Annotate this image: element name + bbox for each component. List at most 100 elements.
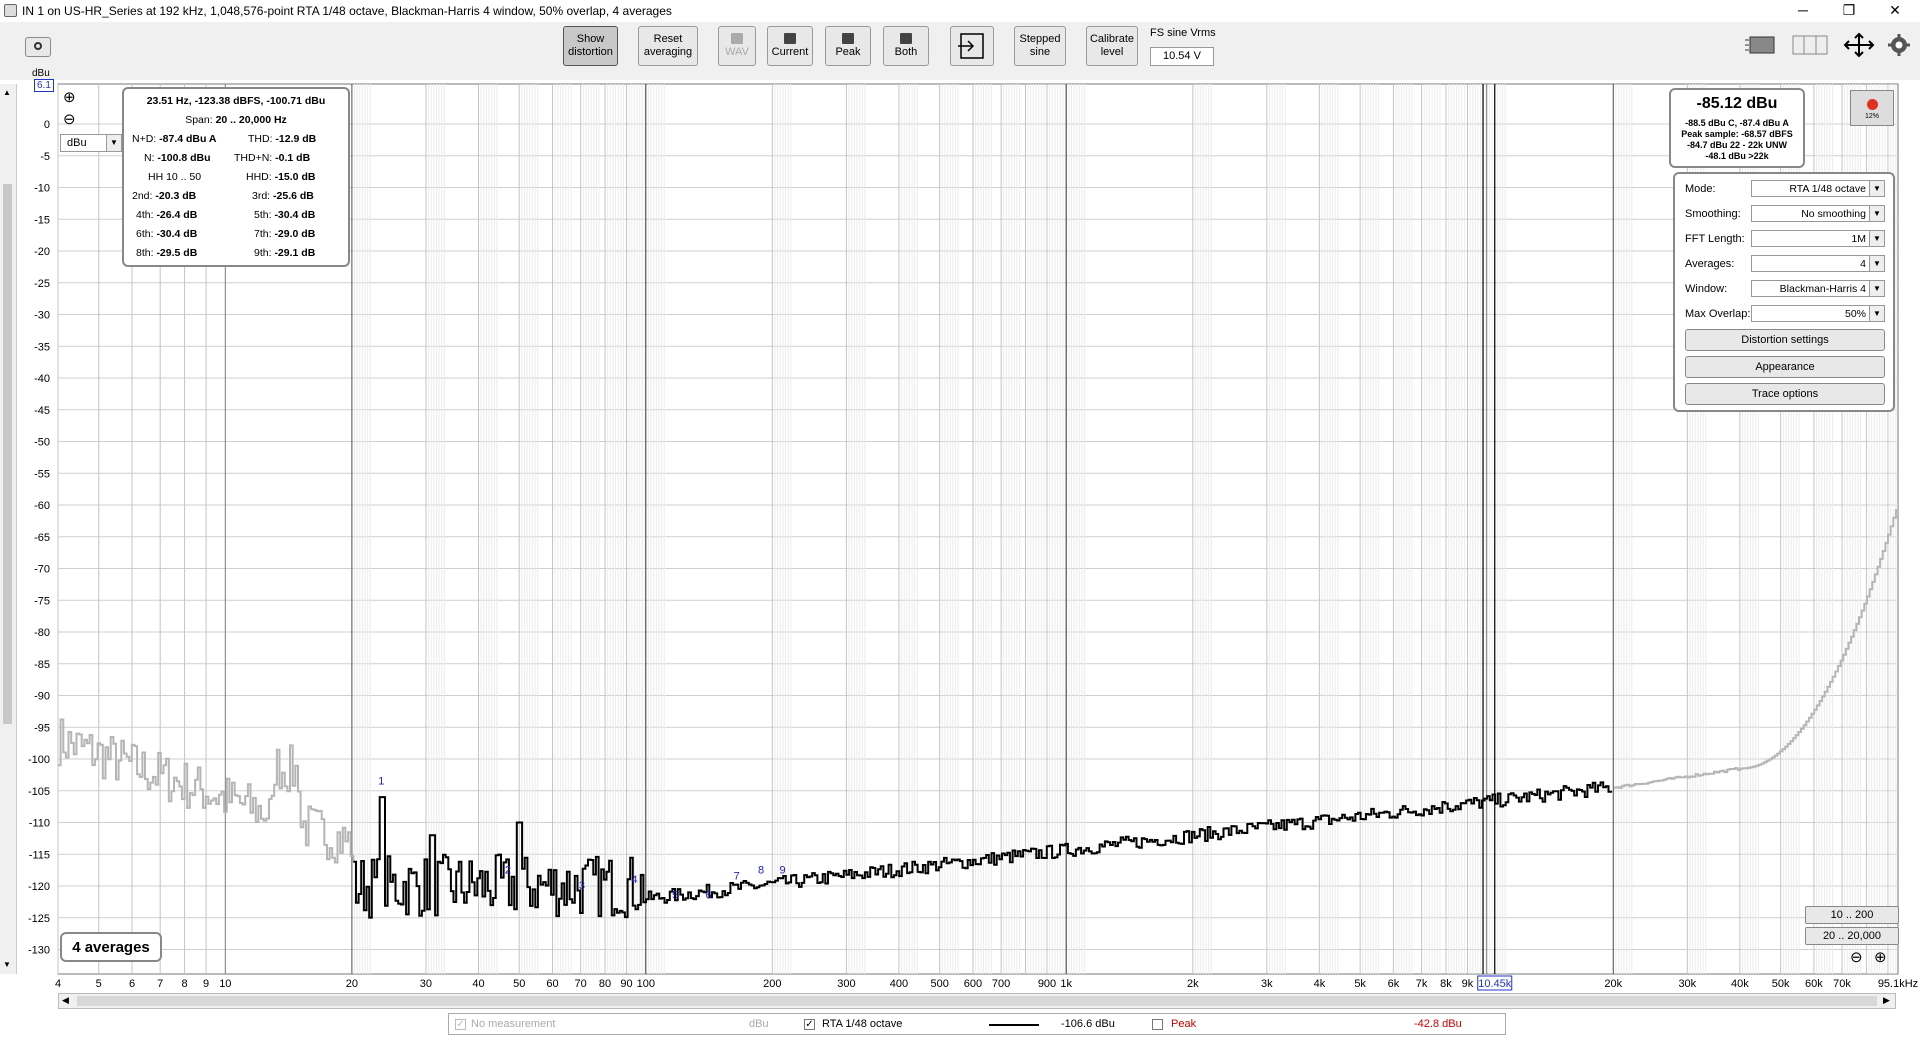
harmonic-marker: 1 [378,775,384,787]
y-tick-label: -110 [29,818,50,830]
level-main-value: -85.12 dBu [1696,95,1778,112]
y-tick-label: -55 [34,468,50,480]
smoothing-select[interactable]: No smoothing ▼ [1751,205,1885,222]
fft-length-select[interactable]: 1M ▼ [1751,230,1885,247]
appearance-button[interactable]: Appearance [1685,356,1885,378]
rta-label: RTA 1/48 octave [822,1018,903,1030]
x-tick-label: 60 [546,978,558,990]
distortion-stats-panel: 23.51 Hz, -123.38 dBFS, -100.71 dBu Span… [122,87,350,267]
frequency-scrollbar[interactable]: ◀ ▶ [58,993,1896,1009]
max-overlap-select[interactable]: 50% ▼ [1751,305,1885,322]
chevron-down-icon: ▼ [1869,231,1884,246]
zoom-out-icon[interactable]: ⊖ [63,110,76,128]
harmonic-label: 6th: [136,228,154,240]
y-tick-label: -130 [28,945,50,957]
window-value: Blackman-Harris 4 [1779,283,1866,295]
y-tick-label: -120 [28,881,50,893]
fft-length-label: FFT Length: [1685,233,1745,245]
chevron-down-icon: ▼ [106,135,121,151]
x-tick-label: 30 [420,978,432,990]
rta-line-swatch [989,1024,1039,1026]
x-tick-label: 9 [203,978,209,990]
fft-length-value: 1M [1851,233,1866,245]
x-tick-label: 300 [837,978,855,990]
y-tick-label: -30 [34,310,50,322]
chevron-down-icon: ▼ [1869,281,1884,296]
averages-select[interactable]: 4 ▼ [1751,255,1885,272]
peak-checkbox[interactable] [1152,1019,1163,1030]
frequency-scroll-thumb[interactable] [77,996,1877,1006]
mode-label: Mode: [1685,183,1716,195]
y-tick-label: -5 [40,151,50,163]
x-tick-label: 50 [513,978,525,990]
level-meter: -85.12 dBu -88.5 dBu C, -87.4 dBu A Peak… [1669,88,1805,168]
span-value: 20 .. 20,000 Hz [215,114,287,126]
x-tick-label: 8 [182,978,188,990]
y-tick-label: -40 [34,373,50,385]
averages-value: 4 [1860,258,1866,270]
x-tick-label: 6 [129,978,135,990]
record-percent: 12% [1864,113,1879,120]
x-zoom-out-icon[interactable]: ⊖ [1850,948,1863,966]
max-overlap-value: 50% [1844,308,1866,320]
record-button[interactable]: 12% [1850,90,1894,126]
harmonic-marker: 9 [780,864,786,876]
harmonic-marker: 8 [758,864,764,876]
range-20-20000-button[interactable]: 20 .. 20,000 [1805,927,1899,945]
y-tick-label: -125 [28,913,50,925]
scroll-left-icon: ◀ [62,995,69,1005]
harmonic-value: -30.4 dB [156,228,198,240]
chevron-down-icon: ▼ [1869,181,1884,196]
harmonic-marker: 5 [672,890,678,902]
range-10-200-button[interactable]: 10 .. 200 [1805,906,1899,924]
max-overlap-label: Max Overlap: [1685,308,1751,320]
record-icon [1867,99,1878,110]
harmonic-marker: 2 [505,864,511,876]
y-unit-label: dBu [32,68,50,79]
harmonic-value: -20.3 dB [155,190,197,202]
harmonic-value: -25.6 dB [273,190,314,202]
cursor-readout: 23.51 Hz, -123.38 dBFS, -100.71 dBu [146,95,326,107]
rta-checkbox[interactable]: ✓ [804,1019,815,1030]
y-tick-label: -60 [34,500,50,512]
mode-value: RTA 1/48 octave [1789,183,1866,195]
unit-select[interactable]: dBu ▼ [60,134,122,152]
x-tick-label: 100 [637,978,655,990]
y-tick-label: -85 [34,659,50,671]
x-tick-label: 6k [1388,978,1400,990]
distortion-settings-button[interactable]: Distortion settings [1685,329,1885,351]
x-tick-label: 5k [1354,978,1366,990]
window-label: Window: [1685,283,1728,295]
trace-options-button[interactable]: Trace options [1685,383,1885,405]
y-tick-label: -45 [34,405,50,417]
peak-value: -42.8 dBu [1414,1018,1462,1030]
harmonic-marker: 3 [579,880,585,892]
y-tick-label: -115 [29,849,50,861]
x-tick-label: 3k [1261,978,1273,990]
unit-select-value: dBu [67,137,87,149]
x-tick-label: 10.45k [1478,978,1512,990]
y-tick-label: -25 [34,278,50,290]
harmonic-label: 7th: [254,228,272,240]
window-select[interactable]: Blackman-Harris 4 ▼ [1751,280,1885,297]
harmonic-value: -26.4 dB [156,209,198,221]
mode-select[interactable]: RTA 1/48 octave ▼ [1751,180,1885,197]
peak-label: Peak [1171,1018,1197,1030]
x-zoom-in-icon[interactable]: ⊕ [1874,948,1887,966]
no-measurement-checkbox[interactable]: ✓ [455,1019,466,1030]
span-label: Span: [185,114,213,126]
x-tick-label: 10 [219,978,231,990]
y-tick-label: -95 [34,722,50,734]
trace-legend: ✓ No measurement dBu ✓ RTA 1/48 octave -… [448,1013,1506,1035]
y-tick-label: -10 [34,183,50,195]
x-tick-label: 40k [1731,978,1749,990]
x-tick-label: 30k [1678,978,1696,990]
n-value: -100.8 dBu [157,152,211,164]
harmonic-value: -29.0 dB [274,228,316,240]
x-tick-label: 700 [992,978,1010,990]
y-tick-label: -65 [34,532,50,544]
zoom-in-icon[interactable]: ⊕ [63,88,76,106]
thdn-value: -0.1 dB [275,152,311,164]
x-tick-label: 900 [1038,978,1056,990]
x-tick-label: 7k [1416,978,1428,990]
